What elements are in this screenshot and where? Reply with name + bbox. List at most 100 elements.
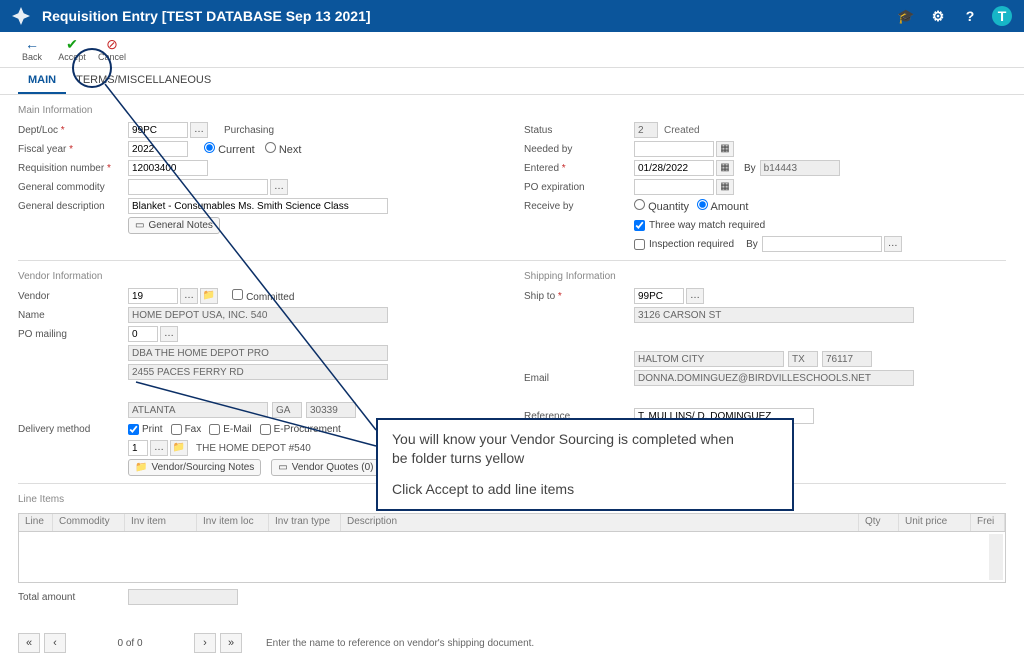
chk-committed[interactable] bbox=[232, 289, 243, 300]
grid-scrollbar[interactable] bbox=[989, 534, 1003, 580]
deliv-num-field[interactable] bbox=[128, 440, 148, 456]
entered-cal-icon[interactable]: ▦ bbox=[716, 160, 734, 176]
entered-field[interactable] bbox=[634, 160, 714, 176]
chk-print[interactable] bbox=[128, 424, 139, 435]
vendor-name-field bbox=[128, 307, 388, 323]
avatar[interactable]: T bbox=[992, 6, 1012, 26]
chk-threeway[interactable] bbox=[634, 220, 645, 231]
pager-last[interactable]: » bbox=[220, 633, 242, 653]
total-amount-field bbox=[128, 589, 238, 605]
vendor-folder-icon[interactable]: 📁 bbox=[200, 288, 218, 304]
grid-header: LineCommodity Inv itemInv item loc Inv t… bbox=[19, 514, 1005, 532]
instruction-callout: You will know your Vendor Sourcing is co… bbox=[376, 418, 794, 511]
poexp-field[interactable] bbox=[634, 179, 714, 195]
vendor-dba bbox=[128, 345, 388, 361]
shipto-field[interactable] bbox=[634, 288, 684, 304]
label-fiscal: Fiscal year bbox=[18, 144, 128, 155]
gcomm-field[interactable] bbox=[128, 179, 268, 195]
vendor-ellipsis-button[interactable]: … bbox=[180, 288, 198, 304]
vendor-quotes-button[interactable]: ▭Vendor Quotes (0) bbox=[271, 459, 380, 476]
reqnum-field[interactable] bbox=[128, 160, 208, 176]
label-delivery: Delivery method bbox=[18, 424, 128, 435]
inspection-by-field[interactable] bbox=[762, 236, 882, 252]
toolbar: ←Back ✔Accept ⊘Cancel bbox=[0, 32, 1024, 68]
gear-icon[interactable]: ⚙ bbox=[928, 6, 948, 26]
vendor-id-field[interactable] bbox=[128, 288, 178, 304]
label-shipemail: Email bbox=[524, 373, 634, 384]
chk-fax[interactable] bbox=[171, 424, 182, 435]
folder-icon: ▭ bbox=[135, 220, 144, 231]
label-recv: Receive by bbox=[524, 201, 634, 212]
needed-field[interactable] bbox=[634, 141, 714, 157]
label-dept: Dept/Loc bbox=[18, 125, 128, 136]
ship-email bbox=[634, 370, 914, 386]
app-logo-icon bbox=[12, 7, 30, 25]
quotes-folder-icon: ▭ bbox=[278, 462, 287, 473]
label-gcomm: General commodity bbox=[18, 182, 128, 193]
window-title: Requisition Entry [TEST DATABASE Sep 13 … bbox=[42, 8, 371, 24]
section-main-info: Main Information bbox=[18, 101, 1006, 120]
label-pomail: PO mailing bbox=[18, 329, 128, 340]
dept-field[interactable] bbox=[128, 122, 188, 138]
insp-ellipsis-button[interactable]: … bbox=[884, 236, 902, 252]
pager-status: 0 of 0 bbox=[70, 638, 190, 649]
label-poexp: PO expiration bbox=[524, 182, 634, 193]
label-purchasing: Purchasing bbox=[224, 125, 274, 136]
chk-inspection[interactable] bbox=[634, 239, 645, 250]
pager: « ‹ 0 of 0 › » Enter the name to referen… bbox=[18, 633, 1006, 653]
title-bar: Requisition Entry [TEST DATABASE Sep 13 … bbox=[0, 0, 1024, 32]
radio-next[interactable] bbox=[265, 142, 276, 153]
line-items-grid[interactable]: LineCommodity Inv itemInv item loc Inv t… bbox=[18, 513, 1006, 583]
poexp-cal-icon[interactable]: ▦ bbox=[716, 179, 734, 195]
tab-terms[interactable]: TERMS/MISCELLANEOUS bbox=[66, 68, 221, 94]
radio-quantity[interactable] bbox=[634, 199, 645, 210]
tab-main[interactable]: MAIN bbox=[18, 68, 66, 94]
help-icon[interactable]: ? bbox=[960, 6, 980, 26]
pager-first[interactable]: « bbox=[18, 633, 40, 653]
vendor-state bbox=[272, 402, 302, 418]
fiscal-field[interactable] bbox=[128, 141, 188, 157]
section-ship: Shipping Information bbox=[524, 267, 1006, 286]
chk-eproc[interactable] bbox=[260, 424, 271, 435]
vendor-zip bbox=[306, 402, 356, 418]
vendor-sourcing-notes-button[interactable]: 📁Vendor/Sourcing Notes bbox=[128, 459, 261, 476]
general-notes-button[interactable]: ▭General Notes bbox=[128, 217, 220, 234]
chk-email[interactable] bbox=[209, 424, 220, 435]
radio-amount[interactable] bbox=[697, 199, 708, 210]
dept-ellipsis-button[interactable]: … bbox=[190, 122, 208, 138]
label-shipto: Ship to bbox=[524, 291, 634, 302]
label-name: Name bbox=[18, 310, 128, 321]
vendor-addr1 bbox=[128, 364, 388, 380]
status-text: Created bbox=[664, 125, 700, 136]
vs-folder-icon: 📁 bbox=[135, 462, 147, 473]
tab-strip: MAIN TERMS/MISCELLANEOUS bbox=[0, 68, 1024, 95]
pomail-field[interactable] bbox=[128, 326, 158, 342]
label-gdesc: General description bbox=[18, 201, 128, 212]
shipto-ellipsis-button[interactable]: … bbox=[686, 288, 704, 304]
label-total: Total amount bbox=[18, 592, 128, 603]
radio-current[interactable] bbox=[204, 142, 215, 153]
needed-cal-icon[interactable]: ▦ bbox=[716, 141, 734, 157]
ship-addr bbox=[634, 307, 914, 323]
gcomm-ellipsis-button[interactable]: … bbox=[270, 179, 288, 195]
accept-button[interactable]: ✔Accept bbox=[52, 36, 92, 62]
back-button[interactable]: ←Back bbox=[12, 36, 52, 62]
ship-zip bbox=[822, 351, 872, 367]
label-entered: Entered bbox=[524, 163, 634, 174]
label-reqnum: Requisition number bbox=[18, 163, 128, 174]
vendor-city bbox=[128, 402, 268, 418]
deliv-ellipsis-button[interactable]: … bbox=[150, 440, 168, 456]
gdesc-field[interactable] bbox=[128, 198, 388, 214]
deliv-folder-icon[interactable]: 📁 bbox=[170, 440, 188, 456]
status-code bbox=[634, 122, 658, 138]
ship-city bbox=[634, 351, 784, 367]
label-needed: Needed by bbox=[524, 144, 634, 155]
ship-state bbox=[788, 351, 818, 367]
label-status: Status bbox=[524, 125, 634, 136]
pomail-ellipsis-button[interactable]: … bbox=[160, 326, 178, 342]
cancel-button[interactable]: ⊘Cancel bbox=[92, 36, 132, 62]
pager-prev[interactable]: ‹ bbox=[44, 633, 66, 653]
pager-next[interactable]: › bbox=[194, 633, 216, 653]
deliv-name: THE HOME DEPOT #540 bbox=[196, 443, 311, 454]
graduation-icon[interactable]: 🎓 bbox=[896, 6, 916, 26]
